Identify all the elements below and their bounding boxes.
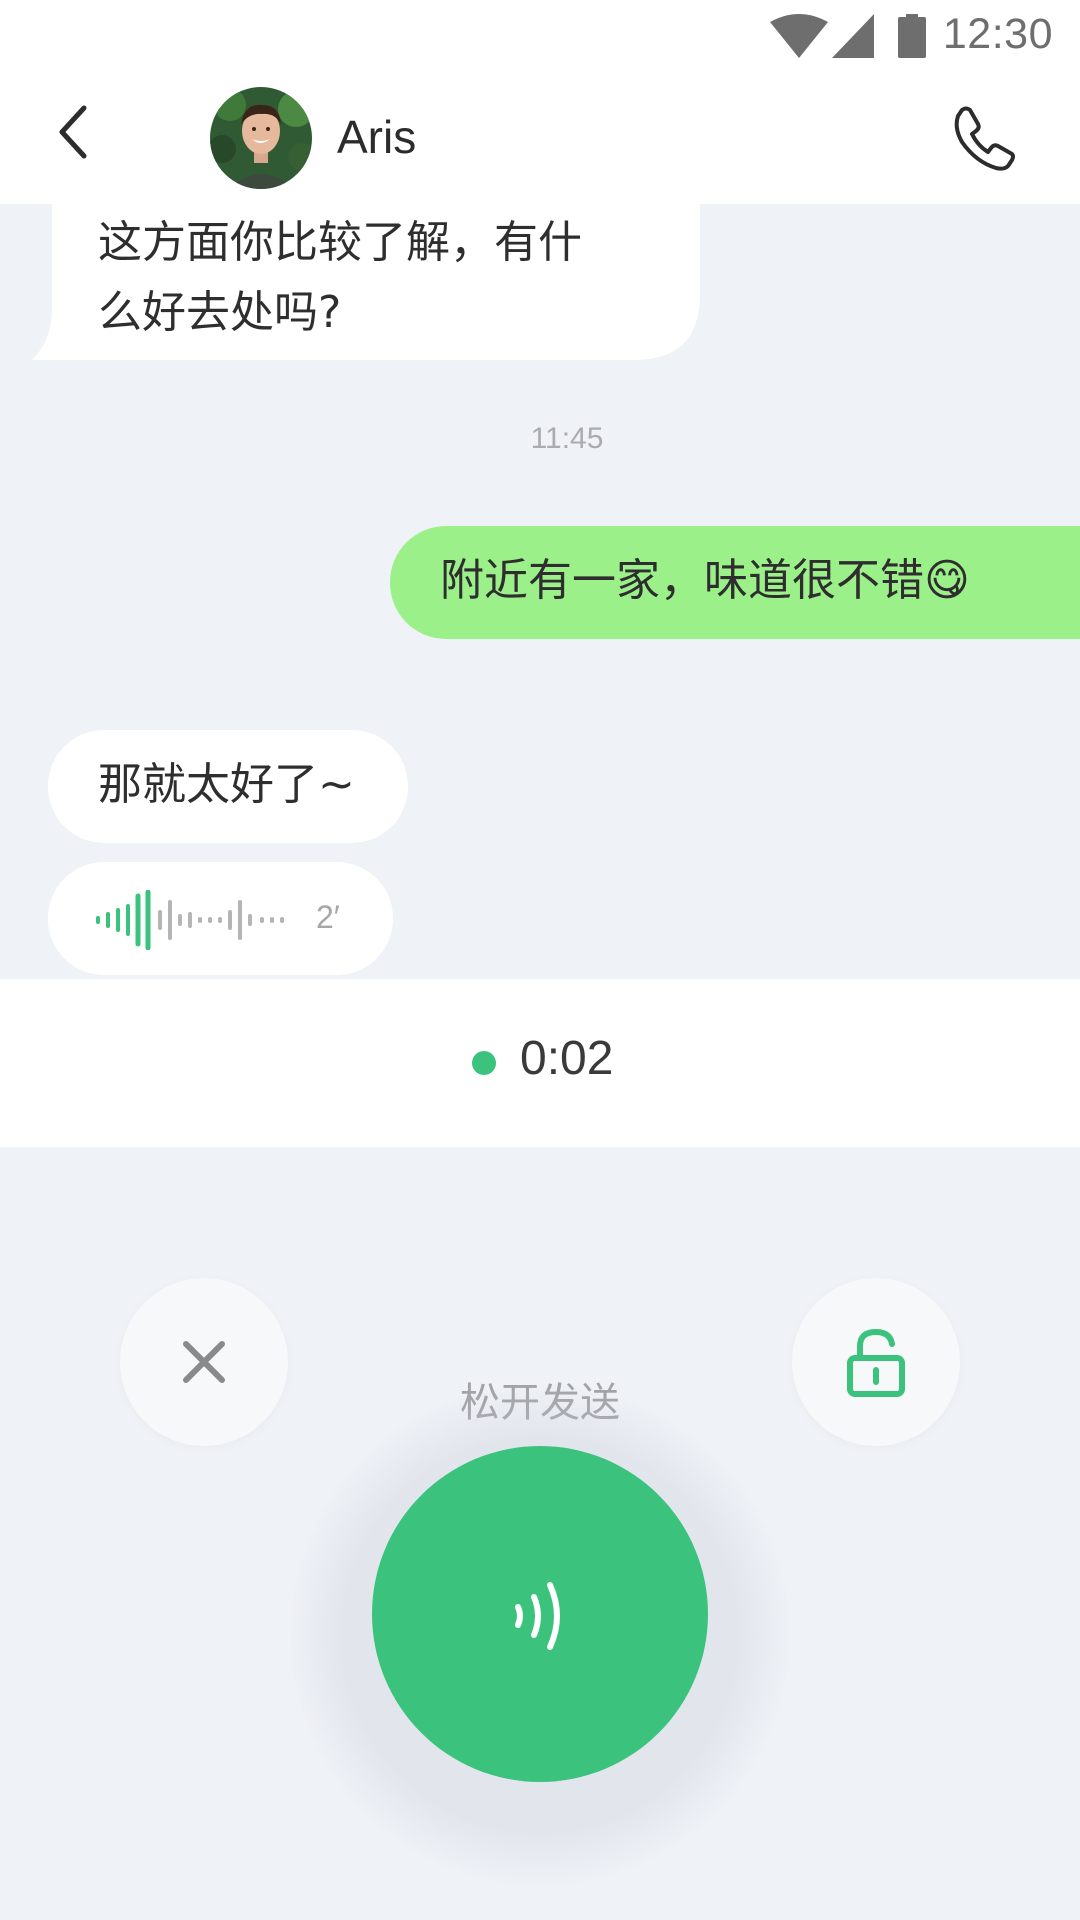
message-bubble-received[interactable]: 那就太好了~	[48, 730, 408, 843]
wifi-icon	[770, 14, 828, 58]
message-text: 这方面你比较了解，有什	[98, 217, 582, 268]
message-text: 么好去处吗?	[98, 287, 342, 338]
voice-message-bubble[interactable]: 2′	[48, 862, 393, 975]
recording-indicator-dot	[472, 1051, 496, 1075]
recording-status-bar: 0:02	[0, 979, 1080, 1147]
time-separator: 11:45	[530, 422, 604, 455]
message-text: 附近有一家，味道很不错😋	[440, 555, 970, 606]
chat-header: Aris	[0, 72, 1080, 204]
chevron-left-icon[interactable]	[44, 100, 108, 164]
contact-name[interactable]: Aris	[337, 110, 416, 164]
voice-waves-icon	[515, 1582, 560, 1650]
message-bubble-received[interactable]: 这方面你比较了解，有什 么好去处吗?	[32, 204, 700, 360]
battery-icon	[898, 14, 926, 58]
phone-icon[interactable]	[950, 102, 1020, 172]
status-bar: 12:30	[0, 0, 1080, 72]
recording-elapsed-time: 0:02	[520, 1032, 614, 1085]
message-bubble-sent[interactable]: 附近有一家，味道很不错😋	[390, 526, 1080, 639]
voice-duration: 2′	[316, 899, 340, 935]
cellular-signal-icon	[832, 14, 874, 58]
voice-waveform-icon	[96, 890, 284, 950]
status-time: 12:30	[942, 10, 1053, 58]
hold-to-record-button[interactable]	[372, 1446, 708, 1782]
message-text: 那就太好了~	[98, 759, 355, 810]
contact-avatar[interactable]	[210, 87, 312, 189]
